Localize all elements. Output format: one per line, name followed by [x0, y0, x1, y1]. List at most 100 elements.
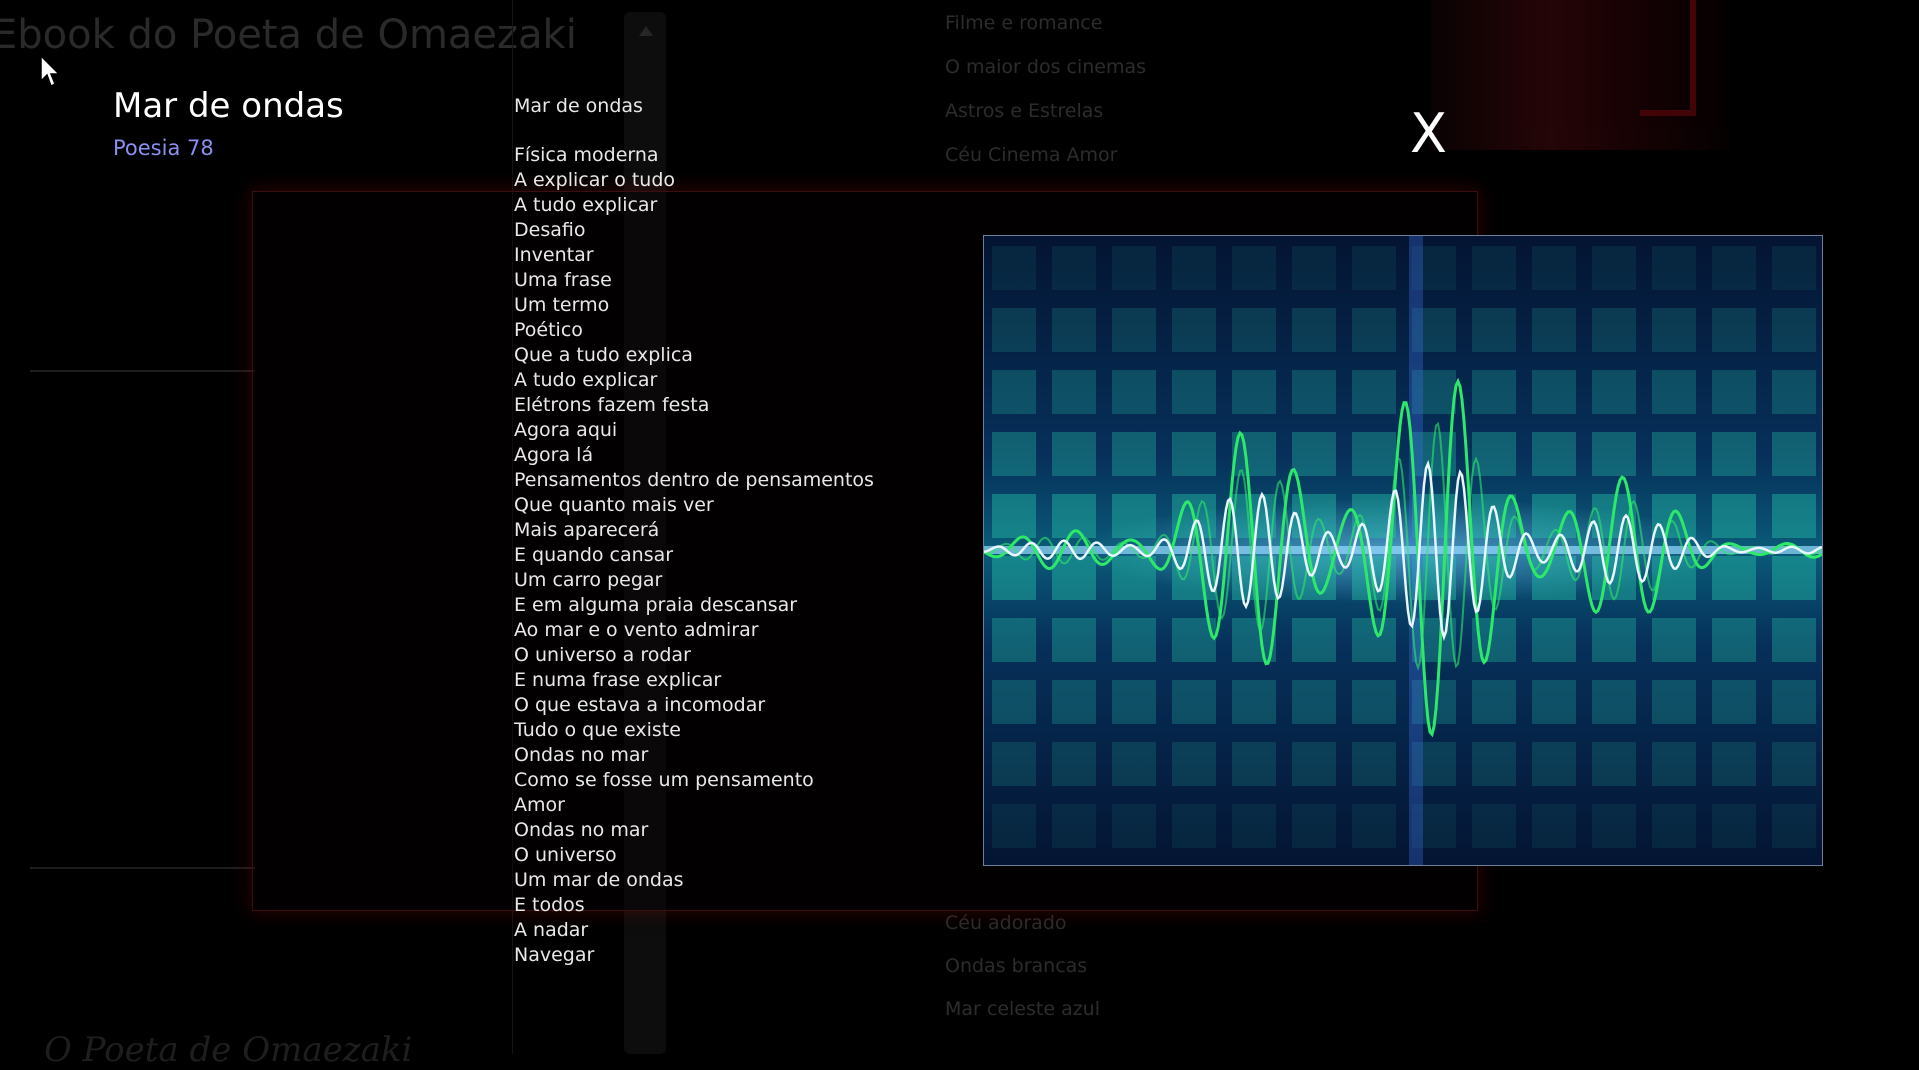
grid-block: [1592, 742, 1636, 786]
grid-block: [1532, 432, 1576, 476]
grid-block: [1472, 370, 1516, 414]
menu-item[interactable]: O maior dos cinemas: [945, 56, 1146, 100]
poem-line: O universo: [514, 844, 617, 866]
grid-block: [1052, 618, 1096, 662]
grid-block: [1112, 246, 1156, 290]
grid-block: [1352, 246, 1396, 290]
grid-block: [1052, 432, 1096, 476]
grid-block: [992, 618, 1036, 662]
grid-block: [1232, 370, 1276, 414]
poem-lines: Física moderna A explicar o tudo A tudo ex…: [514, 143, 914, 968]
poem-line: Ao mar e o vento admirar: [514, 619, 759, 641]
grid-block: [1292, 432, 1336, 476]
poem-image: [983, 235, 1823, 866]
background-menu-top: Filme e romance O maior dos cinemas Astr…: [945, 12, 1146, 188]
grid-block: [1592, 680, 1636, 724]
grid-block: [1352, 742, 1396, 786]
grid-block: [1592, 308, 1636, 352]
grid-block: [1532, 246, 1576, 290]
grid-block: [1712, 308, 1756, 352]
grid-block: [1172, 742, 1216, 786]
grid-block: [992, 308, 1036, 352]
grid-block: [1772, 246, 1816, 290]
grid-block: [1712, 432, 1756, 476]
poem-line: Um mar de ondas: [514, 869, 684, 891]
menu-item[interactable]: Céu adorado: [945, 912, 1100, 955]
grid-block: [1592, 804, 1636, 848]
grid-block: [1112, 742, 1156, 786]
grid-block: [1652, 308, 1696, 352]
grid-block: [1592, 246, 1636, 290]
grid-block: [1172, 804, 1216, 848]
grid-block: [1712, 494, 1756, 538]
poem-line: Pensamentos dentro de pensamentos: [514, 469, 874, 491]
grid-block: [1292, 742, 1336, 786]
poem-line: Um termo: [514, 294, 610, 316]
grid-block: [992, 742, 1036, 786]
site-title: Ebook do Poeta de Omaezaki: [0, 12, 577, 58]
grid-block: [1232, 308, 1276, 352]
grid-block: [1772, 804, 1816, 848]
grid-block: [1112, 804, 1156, 848]
grid-block: [1172, 370, 1216, 414]
grid-block: [1352, 804, 1396, 848]
grid-block: [1232, 246, 1276, 290]
grid-block: [1772, 370, 1816, 414]
divider-line: [30, 370, 255, 372]
menu-item[interactable]: Céu Cinema Amor: [945, 144, 1146, 188]
grid-block: [1652, 432, 1696, 476]
grid-block: [1052, 308, 1096, 352]
grid-block: [1532, 370, 1576, 414]
art-shape: [1640, 0, 1696, 116]
poem-line: A tudo explicar: [514, 369, 658, 391]
grid-block: [1292, 618, 1336, 662]
grid-block: [1112, 494, 1156, 538]
grid-block: [1532, 680, 1576, 724]
poem-title: Mar de ondas: [113, 86, 344, 126]
grid-block: [992, 246, 1036, 290]
grid-block: [1112, 308, 1156, 352]
menu-item[interactable]: Astros e Estrelas: [945, 100, 1146, 144]
grid-block: [1352, 432, 1396, 476]
poem-line: Poético: [514, 319, 583, 341]
grid-block: [992, 370, 1036, 414]
grid-block: [1592, 556, 1636, 600]
grid-block: [1172, 246, 1216, 290]
poem-line: O universo a rodar: [514, 644, 691, 666]
grid-block: [1652, 494, 1696, 538]
grid-block: [1112, 556, 1156, 600]
grid-block: [1652, 680, 1696, 724]
menu-item[interactable]: Filme e romance: [945, 12, 1146, 56]
poem-line: Inventar: [514, 244, 594, 266]
poem-line: E todos: [514, 894, 585, 916]
poem-subtitle: Poesia 78: [113, 136, 214, 160]
grid-block: [1592, 618, 1636, 662]
poem-line: Mais aparecerá: [514, 519, 660, 541]
grid-block: [992, 556, 1036, 600]
sound-wave-image: [984, 236, 1822, 865]
grid-block: [1652, 618, 1696, 662]
poem-line: Agora aqui: [514, 419, 618, 441]
grid-block: [992, 494, 1036, 538]
grid-block: [1772, 556, 1816, 600]
grid-block: [1052, 680, 1096, 724]
menu-item[interactable]: Mar celeste azul: [945, 998, 1100, 1041]
grid-block: [1652, 246, 1696, 290]
mouse-cursor-icon: [40, 55, 61, 88]
grid-block: [1772, 680, 1816, 724]
grid-block: [1772, 494, 1816, 538]
poem-line: Que quanto mais ver: [514, 494, 714, 516]
footer-signature: O Poeta de Omaezaki: [44, 1030, 413, 1070]
grid-block: [1712, 556, 1756, 600]
poem-line: E em alguma praia descansar: [514, 594, 798, 616]
grid-block: [1772, 432, 1816, 476]
scroll-up-arrow-icon[interactable]: [639, 26, 653, 36]
menu-item[interactable]: Ondas brancas: [945, 955, 1100, 998]
background-menu-bottom: Céu adorado Ondas brancas Mar celeste az…: [945, 912, 1100, 1041]
divider-line: [30, 867, 255, 869]
grid-block: [992, 804, 1036, 848]
poem-line: Agora lá: [514, 444, 594, 466]
close-button[interactable]: X: [1410, 104, 1447, 164]
grid-block: [1712, 804, 1756, 848]
grid-block: [1472, 680, 1516, 724]
